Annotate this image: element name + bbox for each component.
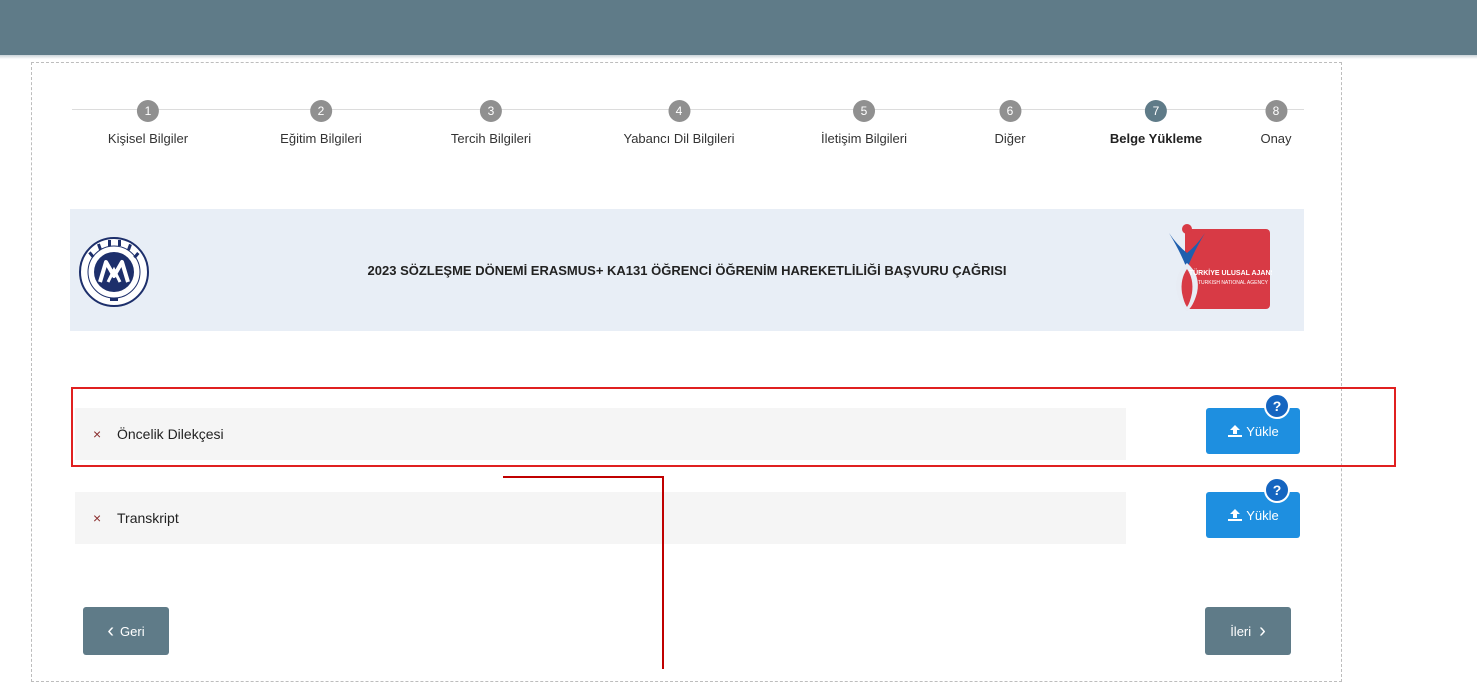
university-logo xyxy=(78,236,150,308)
top-bar-shadow xyxy=(0,55,1477,59)
call-banner: 2023 SÖZLEŞME DÖNEMİ ERASMUS+ KA131 ÖĞRE… xyxy=(70,209,1304,331)
upload-icon xyxy=(1228,509,1243,521)
step-number: 7 xyxy=(1144,100,1167,122)
step-number: 3 xyxy=(479,100,502,122)
step-number: 4 xyxy=(668,100,690,122)
agency-logo-line2: TURKISH NATIONAL AGENCY xyxy=(1198,280,1269,286)
next-button[interactable]: İleri › xyxy=(1205,607,1291,655)
next-label: İleri xyxy=(1230,623,1252,639)
top-bar xyxy=(0,0,1477,55)
annotation-line xyxy=(503,476,663,478)
step-belge-yukleme[interactable]: 7 Belge Yükleme xyxy=(1110,100,1202,146)
step-label: İletişim Bilgileri xyxy=(821,131,907,146)
step-onay[interactable]: 8 Onay xyxy=(1260,100,1292,146)
step-number: 1 xyxy=(136,100,159,122)
step-number: 8 xyxy=(1264,100,1287,122)
step-label: Yabancı Dil Bilgileri xyxy=(623,131,735,146)
step-diger[interactable]: 6 Diğer xyxy=(994,100,1026,146)
back-button[interactable]: ‹ Geri xyxy=(83,607,169,655)
step-label: Onay xyxy=(1260,131,1292,146)
step-label: Belge Yükleme xyxy=(1109,131,1203,146)
form-card xyxy=(31,62,1342,682)
step-label: Eğitim Bilgileri xyxy=(280,131,362,146)
step-label: Tercih Bilgileri xyxy=(450,131,532,146)
help-icon[interactable]: ? xyxy=(1264,477,1290,503)
upload-label: Yükle xyxy=(1246,507,1279,523)
step-tercih-bilgileri[interactable]: 3 Tercih Bilgileri xyxy=(451,100,531,146)
step-number: 5 xyxy=(853,100,875,122)
x-icon: × xyxy=(93,510,102,526)
step-number: 2 xyxy=(309,100,332,122)
step-number: 6 xyxy=(998,100,1021,122)
step-label: Diğer xyxy=(994,131,1026,146)
step-egitim-bilgileri[interactable]: 2 Eğitim Bilgileri xyxy=(280,100,362,146)
step-iletisim-bilgileri[interactable]: 5 İletişim Bilgileri xyxy=(821,100,907,146)
document-name: Transkript xyxy=(117,510,179,526)
annotation-line xyxy=(662,476,664,669)
banner-title: 2023 SÖZLEŞME DÖNEMİ ERASMUS+ KA131 ÖĞRE… xyxy=(367,262,1007,278)
step-yabanci-dil-bilgileri[interactable]: 4 Yabancı Dil Bilgileri xyxy=(623,100,735,146)
highlight-box xyxy=(71,387,1396,467)
document-row-transkript: × Transkript xyxy=(75,492,1126,544)
chevron-right-icon: › xyxy=(1259,620,1266,642)
chevron-left-icon: ‹ xyxy=(107,620,115,642)
step-label: Kişisel Bilgiler xyxy=(107,131,189,146)
back-label: Geri xyxy=(120,623,145,639)
agency-logo-line1: TÜRKİYE ULUSAL AJANSI xyxy=(1189,268,1272,277)
national-agency-logo: TÜRKİYE ULUSAL AJANSI TURKISH NATIONAL A… xyxy=(1167,223,1277,313)
step-kisisel-bilgiler[interactable]: 1 Kişisel Bilgiler xyxy=(108,100,188,146)
